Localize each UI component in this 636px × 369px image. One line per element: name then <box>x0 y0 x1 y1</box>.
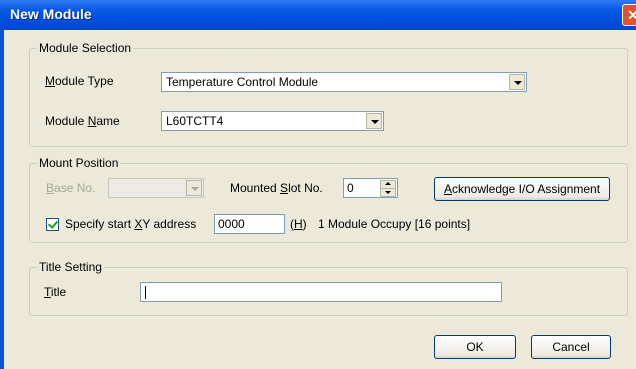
mount-position-group: Mount Position <box>29 156 628 243</box>
module-type-label: Module Type <box>45 74 114 88</box>
specify-start-address-checkbox[interactable] <box>46 218 59 231</box>
mounted-slot-value: 0 <box>347 181 354 195</box>
title-label: Title <box>44 285 67 299</box>
module-name-dropdown[interactable]: L60TCTT4 <box>161 111 384 131</box>
ok-button[interactable]: OK <box>434 335 516 359</box>
acknowledge-io-assignment-button[interactable]: Acknowledge I/O Assignment <box>434 177 610 201</box>
base-no-label: Base No. <box>46 181 96 195</box>
hex-indicator-label: (H) <box>290 217 307 231</box>
text-caret <box>145 286 146 299</box>
new-module-dialog: New Module ✕ Module Selection Module Typ… <box>0 0 636 369</box>
module-type-dropdown[interactable]: Temperature Control Module <box>161 72 527 92</box>
chevron-down-icon[interactable] <box>366 113 382 129</box>
chevron-down-icon[interactable] <box>509 74 525 90</box>
spin-down-icon[interactable] <box>380 188 396 197</box>
specify-start-address-label: Specify start XY address <box>65 217 197 231</box>
cancel-button[interactable]: Cancel <box>531 335 611 359</box>
module-selection-group: Module Selection <box>29 41 628 147</box>
mounted-slot-label: Mounted Slot No. <box>230 181 323 195</box>
module-name-value: L60TCTT4 <box>166 114 224 128</box>
mount-position-group-title: Mount Position <box>37 156 121 170</box>
module-selection-group-title: Module Selection <box>37 41 134 55</box>
module-name-label: Module Name <box>45 114 120 128</box>
window-left-border <box>0 30 4 369</box>
base-no-dropdown[interactable] <box>108 178 204 198</box>
start-address-input[interactable]: 0000 <box>214 214 285 234</box>
title-input[interactable] <box>140 282 502 302</box>
chevron-down-icon <box>186 180 202 196</box>
mounted-slot-spinner[interactable]: 0 <box>343 178 398 198</box>
module-type-value: Temperature Control Module <box>166 75 319 89</box>
module-occupy-text: 1 Module Occupy [16 points] <box>318 217 471 231</box>
title-bar[interactable]: New Module ✕ <box>0 0 636 30</box>
title-setting-group-title: Title Setting <box>37 260 104 274</box>
start-address-value: 0000 <box>218 217 245 231</box>
window-title: New Module <box>10 6 92 22</box>
close-icon[interactable]: ✕ <box>622 4 636 26</box>
